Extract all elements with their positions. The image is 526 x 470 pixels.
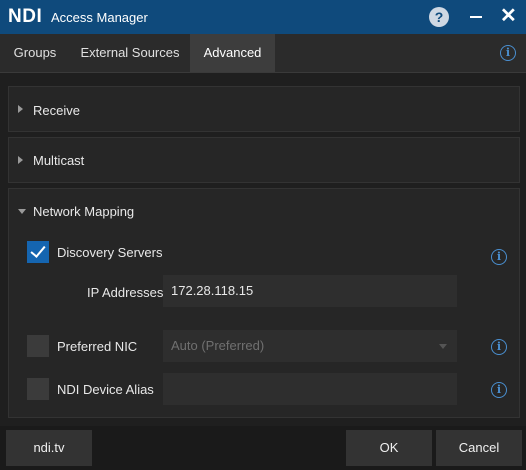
tab-advanced[interactable]: Advanced	[190, 34, 275, 72]
network-mapping-header[interactable]: Network Mapping	[33, 204, 134, 219]
multicast-header: Multicast	[33, 153, 85, 168]
ndi-logo: NDI	[8, 6, 43, 27]
tab-external-sources[interactable]: External Sources	[70, 34, 190, 72]
tab-groups[interactable]: Groups	[0, 34, 70, 72]
ndi-tv-link-button[interactable]: ndi.tv	[6, 430, 92, 466]
ip-addresses-input[interactable]: 172.28.118.15	[163, 275, 457, 307]
ndi-device-alias-info-icon[interactable]: i	[491, 382, 507, 398]
preferred-nic-value: Auto (Preferred)	[171, 338, 265, 353]
discovery-servers-label: Discovery Servers	[57, 245, 163, 260]
discovery-servers-info-icon[interactable]: i	[491, 249, 507, 265]
ndi-device-alias-checkbox[interactable]	[27, 378, 49, 400]
preferred-nic-checkbox[interactable]	[27, 335, 49, 357]
collapse-arrow-icon[interactable]	[18, 209, 26, 214]
ndi-device-alias-input[interactable]	[163, 373, 457, 405]
preferred-nic-select[interactable]: Auto (Preferred)	[163, 330, 457, 362]
multicast-section[interactable]: Multicast	[8, 137, 520, 183]
tab-bar: Groups External Sources Advanced i	[0, 34, 526, 73]
minimize-button[interactable]	[470, 16, 482, 18]
receive-section[interactable]: Receive	[8, 86, 520, 132]
preferred-nic-label: Preferred NIC	[57, 339, 138, 354]
cancel-button[interactable]: Cancel	[436, 430, 522, 466]
receive-header: Receive	[33, 103, 80, 118]
preferred-nic-info-icon[interactable]: i	[491, 339, 507, 355]
footer: ndi.tv OK Cancel	[0, 426, 526, 470]
info-icon[interactable]: i	[500, 45, 516, 61]
checkmark-icon	[30, 242, 46, 258]
ok-button[interactable]: OK	[346, 430, 432, 466]
discovery-servers-checkbox[interactable]	[27, 241, 49, 263]
title-bar: NDI Access Manager ? ✕	[0, 0, 526, 34]
expand-arrow-icon	[18, 156, 23, 164]
close-button[interactable]: ✕	[500, 5, 517, 27]
help-button[interactable]: ?	[429, 7, 449, 27]
expand-arrow-icon	[18, 105, 23, 113]
chevron-down-icon	[439, 344, 447, 349]
window-title: Access Manager	[51, 10, 148, 25]
ip-addresses-label: IP Addresses	[87, 285, 164, 300]
ndi-device-alias-label: NDI Device Alias	[57, 382, 154, 397]
